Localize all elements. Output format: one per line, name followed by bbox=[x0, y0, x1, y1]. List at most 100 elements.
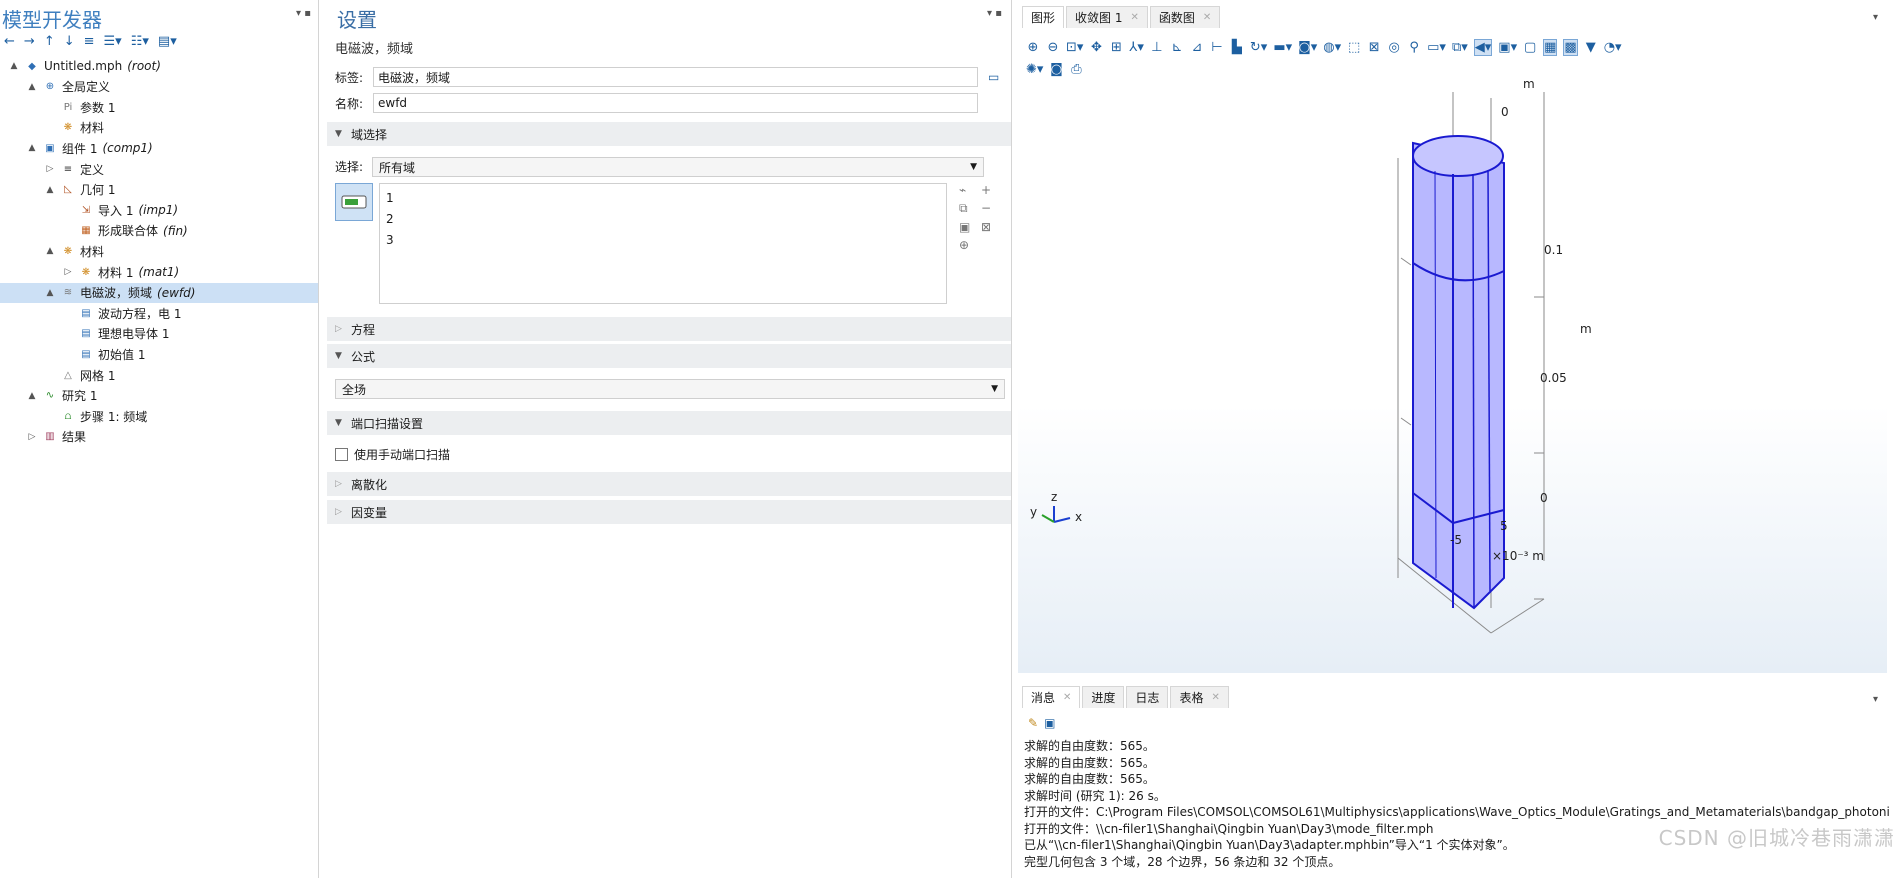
tree-item[interactable]: ▲ ∿ 研究 1 bbox=[0, 386, 318, 406]
axes-menu-icon[interactable]: ⅄▾ bbox=[1129, 40, 1143, 55]
tree-item[interactable]: ▲ ❋ 材料 bbox=[0, 241, 318, 261]
messages-tab[interactable]: 消息 ✕ bbox=[1022, 686, 1081, 708]
section-formulation[interactable]: ▼ 公式 bbox=[327, 344, 1011, 368]
graphics-pane-menu-icon[interactable]: ▾ bbox=[1873, 12, 1878, 23]
expanded-icon[interactable]: ▲ bbox=[26, 143, 38, 153]
print-icon[interactable]: ⎙ bbox=[1069, 62, 1083, 77]
name-field-input[interactable]: ewfd bbox=[373, 93, 978, 113]
axis-toggle-icon[interactable]: ▩ bbox=[1563, 38, 1578, 56]
wireframe-menu-icon[interactable]: ◍▾ bbox=[1323, 40, 1341, 55]
expanded-icon[interactable]: ▲ bbox=[44, 185, 56, 195]
deselect-box-icon[interactable]: ⊠ bbox=[1367, 40, 1381, 55]
collapse-menu-icon[interactable]: ☷▾ bbox=[131, 34, 149, 49]
color-icon[interactable]: ▼ bbox=[1584, 40, 1598, 55]
section-discretization[interactable]: ▷ 离散化 bbox=[327, 472, 1011, 496]
view-zx-icon[interactable]: ⊿ bbox=[1190, 40, 1204, 55]
zoom-extents-icon[interactable]: ✥ bbox=[1089, 40, 1103, 55]
close-icon[interactable]: ✕ bbox=[1211, 692, 1219, 703]
zoom-in-icon[interactable]: ⊕ bbox=[1026, 40, 1040, 55]
domain-list-item[interactable]: 2 bbox=[386, 209, 940, 230]
grid-toggle-icon[interactable]: ▦ bbox=[1543, 38, 1558, 56]
close-icon[interactable]: ✕ bbox=[1130, 12, 1138, 23]
messages-tab[interactable]: 进度 bbox=[1082, 686, 1125, 708]
tree-item[interactable]: ▲ ⊕ 全局定义 bbox=[0, 77, 318, 97]
close-icon[interactable]: ✕ bbox=[1203, 12, 1211, 23]
view-3d-icon[interactable]: ⊢ bbox=[1210, 40, 1224, 55]
remove-icon[interactable]: − bbox=[981, 201, 1003, 216]
scene-light-icon[interactable]: ◀▾ bbox=[1473, 38, 1493, 56]
select-menu-icon[interactable]: ▭▾ bbox=[1427, 40, 1446, 55]
tree-item[interactable]: ▤ 理想电导体 1 bbox=[0, 324, 318, 344]
expanded-icon[interactable]: ▲ bbox=[8, 61, 20, 71]
build-icon[interactable]: ⚲ bbox=[1407, 40, 1421, 55]
tree-item[interactable]: ⩍ 步骤 1: 频域 bbox=[0, 406, 318, 426]
formulation-dropdown[interactable]: 全场 ▼ bbox=[335, 379, 1005, 399]
back-icon[interactable]: ← bbox=[4, 34, 15, 49]
select-box-icon[interactable]: ⬚ bbox=[1347, 40, 1361, 55]
render-menu-icon[interactable]: ▬▾ bbox=[1273, 40, 1292, 55]
zoom-to-selection-icon[interactable]: ⊕ bbox=[959, 238, 981, 252]
rotate-menu-icon[interactable]: ↻▾ bbox=[1250, 40, 1267, 55]
geometry-view[interactable]: m 0 0.1 m 0.05 0 5 -5 ×10⁻³ m z x y bbox=[1018, 77, 1887, 673]
section-equation[interactable]: ▷ 方程 bbox=[327, 317, 1011, 341]
clear-selection-icon[interactable]: ⊠ bbox=[981, 220, 1003, 234]
section-domain-selection[interactable]: ▼ 域选择 bbox=[327, 122, 1011, 146]
graphics-tab[interactable]: 收敛图 1 ✕ bbox=[1066, 6, 1148, 28]
move-down-icon[interactable]: ↓ bbox=[64, 34, 75, 49]
list-menu-icon[interactable]: ▤▾ bbox=[158, 34, 177, 49]
domain-list-item[interactable]: 1 bbox=[386, 188, 940, 209]
visibility-menu-icon[interactable]: ▣▾ bbox=[1498, 40, 1517, 55]
expanded-icon[interactable]: ▲ bbox=[26, 391, 38, 401]
zoom-out-icon[interactable]: ⊖ bbox=[1046, 40, 1060, 55]
view-xy-icon[interactable]: ⊥ bbox=[1150, 40, 1164, 55]
clipboard-icon[interactable]: ▣ bbox=[959, 220, 981, 234]
light-icon[interactable]: ✺▾ bbox=[1026, 62, 1043, 77]
collapsed-icon[interactable]: ▷ bbox=[26, 432, 38, 442]
wireframe-toggle-icon[interactable]: ▢ bbox=[1523, 40, 1537, 55]
expanded-icon[interactable]: ▲ bbox=[26, 82, 38, 92]
tree-item[interactable]: ▷ ❋ 材料 1 (mat1) bbox=[0, 262, 318, 282]
section-dependent-variables[interactable]: ▷ 因变量 bbox=[327, 500, 1011, 524]
clear-icon[interactable]: ✎ bbox=[1028, 716, 1038, 730]
expand-menu-icon[interactable]: ☰▾ bbox=[104, 34, 122, 49]
layers-menu-icon[interactable]: ⧉▾ bbox=[1452, 40, 1468, 55]
tree-item[interactable]: ▤ 初始值 1 bbox=[0, 344, 318, 364]
expanded-icon[interactable]: ▲ bbox=[44, 288, 56, 298]
graphics-tab[interactable]: 函数图 ✕ bbox=[1149, 6, 1221, 28]
tree-item[interactable]: ⇲ 导入 1 (imp1) bbox=[0, 200, 318, 220]
view-yz-icon[interactable]: ⊾ bbox=[1170, 40, 1184, 55]
tree-item[interactable]: ▦ 形成联合体 (fin) bbox=[0, 221, 318, 241]
paste-selection-icon[interactable]: ⌁ bbox=[959, 183, 981, 197]
domain-list-item[interactable]: 3 bbox=[386, 230, 940, 251]
settings-pane-menu-icon[interactable]: ▾ ▪ bbox=[987, 8, 1002, 19]
add-icon[interactable]: + bbox=[981, 183, 1003, 197]
domain-list[interactable]: 123 bbox=[379, 183, 947, 304]
settings-icon[interactable]: ◔▾ bbox=[1604, 40, 1622, 55]
close-icon[interactable]: ✕ bbox=[1063, 692, 1071, 703]
tree-item[interactable]: ▲ ◺ 几何 1 bbox=[0, 180, 318, 200]
tree-item[interactable]: ▲ ◆ Untitled.mph (root) bbox=[0, 56, 318, 76]
copy-selection-icon[interactable]: ⧉ bbox=[959, 201, 981, 216]
collapsed-icon[interactable]: ▷ bbox=[62, 267, 74, 277]
active-toggle-button[interactable] bbox=[335, 183, 373, 221]
tree-item[interactable]: ▷ ≡ 定义 bbox=[0, 159, 318, 179]
messages-tab[interactable]: 日志 bbox=[1126, 686, 1169, 708]
selection-dropdown[interactable]: 所有域 ▼ bbox=[372, 157, 984, 177]
tree-item[interactable]: ▲ ▣ 组件 1 (comp1) bbox=[0, 138, 318, 158]
manual-port-sweep-checkbox[interactable] bbox=[335, 448, 348, 461]
go-to-view-icon[interactable]: ▙ bbox=[1230, 40, 1244, 55]
collapsed-icon[interactable]: ▷ bbox=[44, 164, 56, 174]
tree-item[interactable]: △ 网格 1 bbox=[0, 365, 318, 385]
camera-icon[interactable]: ◙ bbox=[1049, 62, 1063, 77]
messages-pane-menu-icon[interactable]: ▾ bbox=[1873, 694, 1878, 705]
hide-icon[interactable]: ◎ bbox=[1387, 40, 1401, 55]
forward-icon[interactable]: → bbox=[24, 34, 35, 49]
messages-tab[interactable]: 表格 ✕ bbox=[1170, 686, 1229, 708]
graphics-canvas[interactable]: m 0 0.1 m 0.05 0 5 -5 ×10⁻³ m z x y bbox=[1018, 77, 1887, 673]
tree-item[interactable]: Pi 参数 1 bbox=[0, 97, 318, 117]
tree-item[interactable]: ▷ ▥ 结果 bbox=[0, 427, 318, 447]
tree-item[interactable]: ❋ 材料 bbox=[0, 118, 318, 138]
tree-item[interactable]: ▤ 波动方程，电 1 bbox=[0, 303, 318, 323]
label-field-input[interactable]: 电磁波，频域 bbox=[373, 67, 978, 87]
tree-item[interactable]: ▲ ≋ 电磁波，频域 (ewfd) bbox=[0, 282, 318, 303]
